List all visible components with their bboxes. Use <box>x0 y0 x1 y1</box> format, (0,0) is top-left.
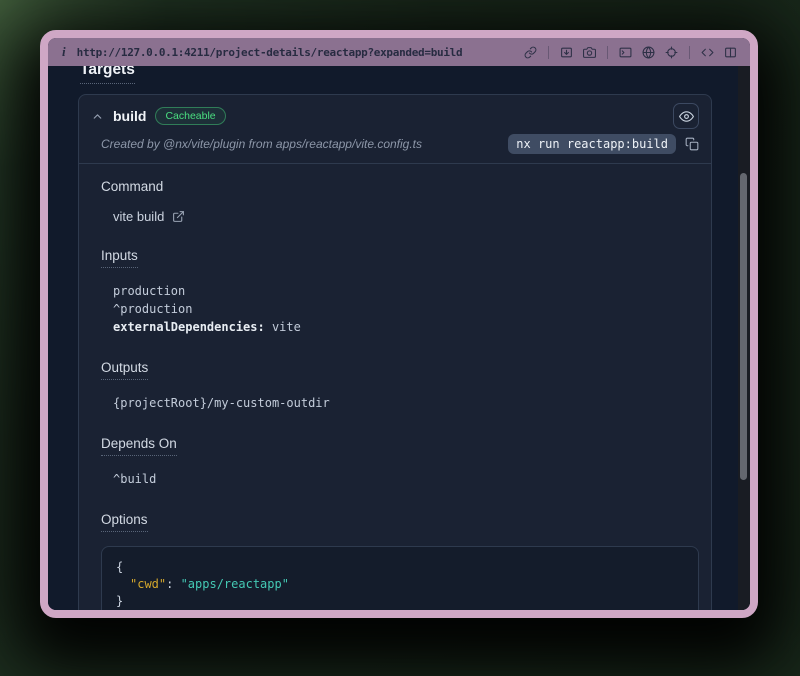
page-content: Targets build Cacheable Created by @nx/v… <box>48 66 750 610</box>
created-by-text: Created by @nx/vite/plugin from apps/rea… <box>101 137 422 151</box>
address-bar[interactable]: http://127.0.0.1:4211/project-details/re… <box>77 46 463 59</box>
target-card-build: build Cacheable Created by @nx/vite/plug… <box>78 94 712 610</box>
scrollbar-track <box>738 66 750 610</box>
open-config-link[interactable] <box>172 210 185 223</box>
inspect-crosshair-icon[interactable] <box>660 42 683 62</box>
json-line: { <box>116 559 684 576</box>
options-json-block: { "cwd": "apps/reactapp" } <box>101 546 699 610</box>
project-details-page: Targets build Cacheable Created by @nx/v… <box>48 66 738 610</box>
info-icon: i <box>62 44 66 60</box>
toolbar-divider <box>689 46 690 59</box>
browser-toolbar: i http://127.0.0.1:4211/project-details/… <box>48 38 750 66</box>
command-label: Command <box>101 179 699 194</box>
options-label: Options <box>101 512 699 532</box>
chevron-up-icon <box>91 110 104 123</box>
clipboard-icon <box>685 137 699 151</box>
target-name: build <box>113 108 146 124</box>
browser-window: i http://127.0.0.1:4211/project-details/… <box>40 30 758 618</box>
outputs-label: Outputs <box>101 360 699 380</box>
depends-on-item: ^build <box>113 470 699 488</box>
build-card-header[interactable]: build Cacheable <box>79 95 711 129</box>
command-value: vite build <box>113 209 164 224</box>
targets-heading: Targets <box>80 66 712 84</box>
outputs-list: {projectRoot}/my-custom-outdir <box>113 394 699 412</box>
json-line: "cwd": "apps/reactapp" <box>116 576 684 593</box>
toolbar-divider <box>607 46 608 59</box>
input-item: production <box>113 282 699 300</box>
output-item: {projectRoot}/my-custom-outdir <box>113 394 699 412</box>
input-item-external-deps: externalDependencies: vite <box>113 318 699 336</box>
depends-on-list: ^build <box>113 470 699 488</box>
eye-icon <box>679 109 694 124</box>
code-icon[interactable] <box>696 42 719 62</box>
depends-on-label: Depends On <box>101 436 699 456</box>
input-item: ^production <box>113 300 699 318</box>
build-card-subheader: Created by @nx/vite/plugin from apps/rea… <box>79 134 711 163</box>
terminal-icon[interactable] <box>614 42 637 62</box>
scrollbar-thumb[interactable] <box>740 173 747 480</box>
copy-command-button[interactable] <box>685 137 699 151</box>
toolbar-divider <box>548 46 549 59</box>
view-graph-eye-button[interactable] <box>673 103 699 129</box>
run-command-chip[interactable]: nx run reactapp:build <box>508 134 676 154</box>
globe-icon[interactable] <box>637 42 660 62</box>
cacheable-badge: Cacheable <box>155 107 225 126</box>
command-value-row: vite build <box>113 209 699 224</box>
inputs-label: Inputs <box>101 248 699 268</box>
external-link-icon <box>172 210 185 223</box>
split-view-icon[interactable] <box>719 42 742 62</box>
camera-icon[interactable] <box>578 42 601 62</box>
build-card-body: Command vite build Inputs production ^pr… <box>79 164 711 610</box>
json-line: } <box>116 593 684 610</box>
inputs-list: production ^production externalDependenc… <box>113 282 699 336</box>
screencast-icon[interactable] <box>555 42 578 62</box>
link-icon[interactable] <box>519 42 542 62</box>
